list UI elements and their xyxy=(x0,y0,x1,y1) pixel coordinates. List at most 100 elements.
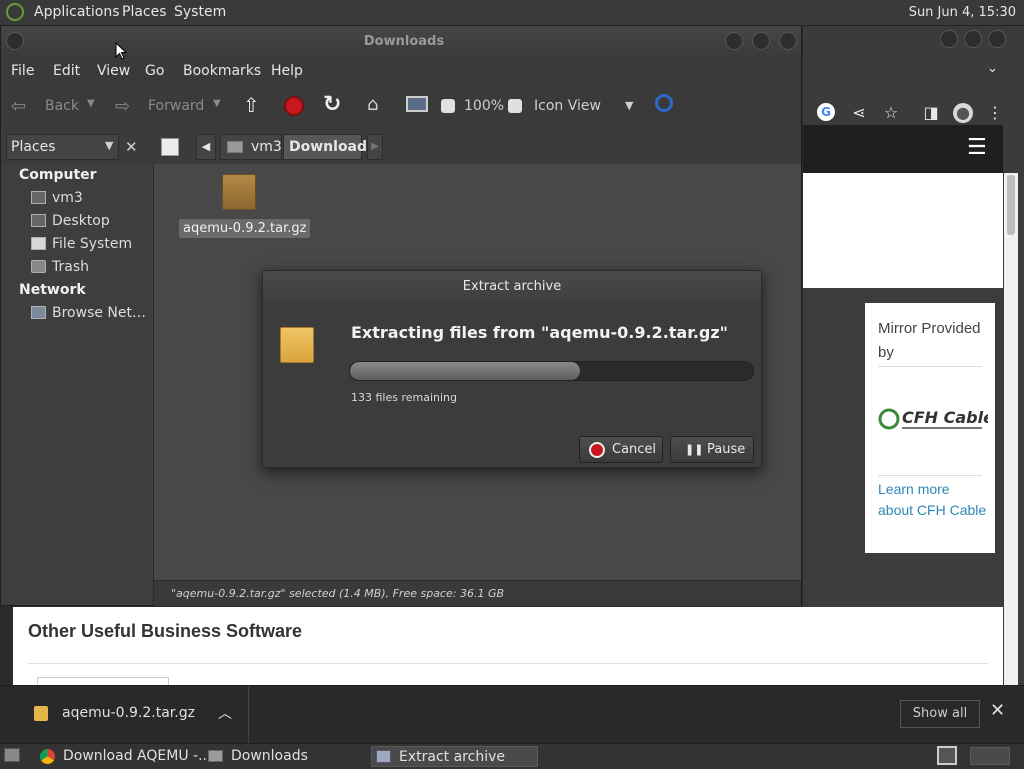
stop-icon[interactable] xyxy=(284,96,304,116)
status-text: "aqemu-0.9.2.tar.gz" selected (1.4 MB), … xyxy=(171,587,505,600)
profile-avatar-icon[interactable]: ● xyxy=(953,103,973,123)
extract-archive-dialog: Extract archive Extracting files from "a… xyxy=(262,270,762,468)
network-icon xyxy=(31,306,46,319)
search-icon[interactable] xyxy=(655,94,673,112)
cancel-label: Cancel xyxy=(612,442,657,457)
zoom-out-icon[interactable] xyxy=(441,99,455,113)
chevron-up-icon[interactable]: ︿ xyxy=(218,703,232,723)
home-folder-icon xyxy=(227,141,243,153)
mouse-cursor-icon xyxy=(115,42,127,60)
dialog-titlebar[interactable]: Extract archive xyxy=(263,271,761,303)
section-heading: Other Useful Business Software xyxy=(28,621,303,641)
sidebar-item-label: Desktop xyxy=(52,213,110,229)
crumb-right-arrow-icon[interactable]: ▶ xyxy=(367,134,383,160)
close-sidebar-icon[interactable]: ✕ xyxy=(125,138,138,156)
progress-fill xyxy=(350,362,580,380)
zoom-in-icon[interactable] xyxy=(508,99,522,113)
pause-icon: ❚❚ xyxy=(685,443,704,456)
reload-icon[interactable]: ↻ xyxy=(323,92,341,117)
menu-file[interactable]: File xyxy=(11,63,34,79)
system-menu[interactable]: System xyxy=(174,4,226,20)
learn-more-link[interactable]: Learn more about CFH Cable xyxy=(878,479,988,521)
close-icon[interactable]: ✕ xyxy=(990,700,1005,721)
forward-arrow-icon[interactable]: ⇨ xyxy=(115,96,130,117)
status-bar: "aqemu-0.9.2.tar.gz" selected (1.4 MB), … xyxy=(154,580,801,606)
menu-go[interactable]: Go xyxy=(145,63,164,79)
view-mode-select[interactable]: Icon View xyxy=(534,98,601,114)
sidebar-item-label: File System xyxy=(52,236,133,252)
top-panel: Applications Places System Sun Jun 4, 15… xyxy=(0,0,1024,26)
menu-bookmarks[interactable]: Bookmarks xyxy=(183,63,261,79)
crumb-downloads[interactable]: Downloads xyxy=(283,134,375,160)
page-scrollbar[interactable] xyxy=(1004,173,1018,713)
logo-text: CFH Cable xyxy=(902,408,988,427)
forward-history-dropdown-icon[interactable]: ▼ xyxy=(213,98,221,109)
mirror-title: Mirror Provided by xyxy=(878,320,981,361)
show-desktop-icon[interactable] xyxy=(4,748,20,762)
cancel-button[interactable]: Cancel xyxy=(579,436,663,463)
chrome-icon xyxy=(40,749,55,764)
up-arrow-icon[interactable]: ⇧ xyxy=(243,93,260,117)
close-button[interactable] xyxy=(779,32,797,50)
show-all-button[interactable]: Show all xyxy=(900,700,980,728)
places-sidebar: Computer vm3 Desktop File System Trash N… xyxy=(1,164,154,605)
pause-button[interactable]: ❚❚ Pause xyxy=(670,436,754,463)
task-label: Downloads xyxy=(231,748,308,764)
sidebar-item-label: vm3 xyxy=(52,190,83,206)
menubar: File Edit View Go Bookmarks Help xyxy=(1,58,801,84)
task-downloads[interactable]: Downloads xyxy=(205,746,365,767)
task-browser[interactable]: Download AQEMU -... xyxy=(36,746,211,767)
hamburger-menu-icon[interactable]: ☰ xyxy=(967,137,987,159)
home-folder-icon[interactable]: ⌂ xyxy=(367,94,378,115)
cfh-cable-logo[interactable]: CFH Cable xyxy=(878,403,988,433)
location-bar: Places ▼ ✕ ◀ vm3 Downloads ▶ xyxy=(1,130,801,164)
download-bar: aqemu-0.9.2.tar.gz ︿ Show all ✕ xyxy=(0,685,1024,744)
scrollbar-thumb[interactable] xyxy=(1007,175,1015,235)
distro-logo-icon[interactable] xyxy=(6,3,24,21)
file-name-label[interactable]: aqemu-0.9.2.tar.gz xyxy=(179,219,311,238)
divider xyxy=(28,663,988,664)
task-label: Download AQEMU -... xyxy=(63,748,212,764)
back-history-dropdown-icon[interactable]: ▼ xyxy=(87,98,95,109)
workspace-switcher[interactable] xyxy=(970,747,1010,765)
close-button[interactable] xyxy=(988,30,1006,48)
files-remaining-text: 133 files remaining xyxy=(351,391,458,404)
maximize-button[interactable] xyxy=(964,30,982,48)
crumb-left-arrow-icon[interactable]: ◀ xyxy=(196,134,216,160)
share-icon[interactable]: ⋖ xyxy=(849,103,869,123)
download-item[interactable]: aqemu-0.9.2.tar.gz ︿ xyxy=(0,686,249,744)
google-lens-icon[interactable]: G xyxy=(817,103,835,121)
view-mode-dropdown-icon[interactable]: ▼ xyxy=(625,99,633,112)
archive-file-icon[interactable] xyxy=(222,174,256,210)
sidebar-item-label: Browse Net… xyxy=(52,305,147,321)
edit-location-icon[interactable] xyxy=(161,138,179,156)
workspace-switcher-icon[interactable] xyxy=(937,746,957,765)
archive-package-icon xyxy=(280,327,314,363)
download-filename: aqemu-0.9.2.tar.gz xyxy=(62,705,195,721)
computer-icon[interactable] xyxy=(406,96,428,112)
divider xyxy=(878,366,982,367)
back-arrow-icon[interactable]: ⇦ xyxy=(11,96,26,117)
menu-help[interactable]: Help xyxy=(271,63,303,79)
sidebar-type-select[interactable]: Places ▼ xyxy=(6,134,119,160)
forward-button[interactable]: Forward xyxy=(148,98,204,114)
bookmark-star-icon[interactable]: ☆ xyxy=(881,103,901,123)
sidebar-item-label: Trash xyxy=(52,259,89,275)
maximize-button[interactable] xyxy=(752,32,770,50)
applications-menu[interactable]: Applications xyxy=(34,4,120,20)
clock[interactable]: Sun Jun 4, 15:30 xyxy=(909,5,1016,20)
extract-heading: Extracting files from "aqemu-0.9.2.tar.g… xyxy=(351,323,728,342)
side-panel-icon[interactable]: ◨ xyxy=(921,103,941,123)
menu-view[interactable]: View xyxy=(97,63,130,79)
back-button[interactable]: Back xyxy=(45,98,79,114)
kebab-menu-icon[interactable]: ⋮ xyxy=(985,103,1005,123)
tab-list-chevron-icon[interactable]: ⌄ xyxy=(987,61,998,76)
website-banner xyxy=(803,173,1003,288)
places-menu[interactable]: Places xyxy=(122,4,167,20)
archive-file-icon xyxy=(34,706,48,721)
minimize-button[interactable] xyxy=(725,32,743,50)
task-extract-archive[interactable]: Extract archive xyxy=(371,746,538,767)
menu-edit[interactable]: Edit xyxy=(53,63,80,79)
minimize-button[interactable] xyxy=(940,30,958,48)
extract-progress-bar xyxy=(349,361,754,381)
